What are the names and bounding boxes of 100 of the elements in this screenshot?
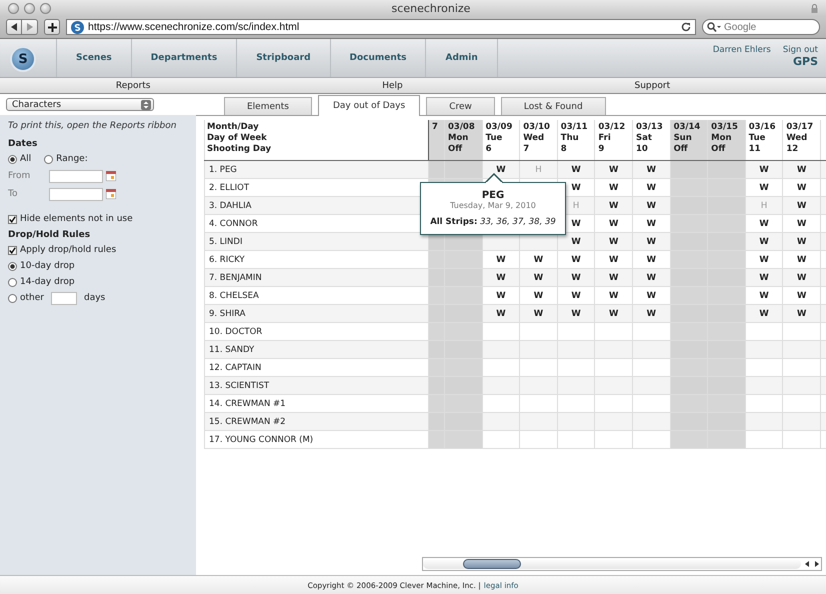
section-heading: Drop/Hold Rules bbox=[8, 230, 92, 240]
day-status: W bbox=[759, 218, 769, 228]
radio-button[interactable] bbox=[8, 262, 17, 270]
ribbon-link[interactable]: Support bbox=[634, 80, 670, 90]
zoom-window-button[interactable] bbox=[40, 2, 51, 14]
back-button[interactable] bbox=[6, 19, 22, 35]
day-status: H bbox=[572, 200, 580, 210]
nav-link[interactable]: Scenes bbox=[56, 39, 131, 77]
calendar-icon[interactable] bbox=[106, 171, 116, 181]
date-heading: Tue bbox=[748, 133, 766, 144]
user-name: Darren Ehlers bbox=[712, 45, 771, 57]
forward-arrow-icon bbox=[26, 23, 34, 31]
add-bookmark-button[interactable] bbox=[44, 19, 60, 35]
checkbox[interactable] bbox=[8, 214, 17, 224]
field-label: To bbox=[8, 189, 18, 199]
tooltip-date: Tuesday, Mar 9, 2010 bbox=[449, 201, 537, 210]
day-status: W bbox=[608, 254, 618, 264]
column-heading: Month/Day bbox=[207, 122, 260, 133]
day-status: W bbox=[571, 164, 581, 174]
date-heading: 11 bbox=[748, 144, 762, 155]
tab[interactable]: Day out of Days bbox=[318, 95, 420, 116]
ribbon-link[interactable]: Help bbox=[382, 80, 403, 90]
date-field[interactable] bbox=[49, 170, 103, 182]
day-status: W bbox=[496, 272, 506, 282]
day-status: W bbox=[608, 182, 618, 192]
close-window-button[interactable] bbox=[8, 2, 19, 14]
ribbon-link[interactable]: Reports bbox=[116, 80, 150, 90]
day-status: W bbox=[646, 218, 656, 228]
day-status: W bbox=[608, 290, 618, 300]
day-status: W bbox=[496, 164, 506, 174]
date-heading: Wed bbox=[786, 133, 808, 144]
day-status: W bbox=[571, 290, 581, 300]
day-status: W bbox=[796, 236, 806, 246]
day-status: W bbox=[534, 254, 544, 264]
date-heading: 03/09 bbox=[486, 122, 514, 133]
horizontal-scrollbar[interactable] bbox=[422, 557, 822, 571]
date-heading: 7 bbox=[432, 122, 439, 133]
day-status: W bbox=[796, 272, 806, 282]
date-heading: Sat bbox=[636, 133, 653, 144]
date-heading: 03/12 bbox=[598, 122, 626, 133]
date-heading: 03/17 bbox=[786, 122, 814, 133]
day-status: W bbox=[646, 272, 656, 282]
nav-link[interactable]: Stripboard bbox=[236, 39, 330, 77]
calendar-icon[interactable] bbox=[106, 189, 116, 199]
day-status: W bbox=[796, 308, 806, 318]
character-name: 15. CREWMAN #2 bbox=[204, 412, 428, 430]
checkbox[interactable] bbox=[8, 246, 17, 254]
day-status: W bbox=[796, 290, 806, 300]
radio-button[interactable] bbox=[8, 278, 17, 286]
day-status: W bbox=[496, 254, 506, 264]
radio-button[interactable] bbox=[8, 154, 17, 164]
project-name: GPS bbox=[792, 55, 818, 68]
minimize-window-button[interactable] bbox=[24, 2, 35, 14]
day-status: W bbox=[759, 272, 769, 282]
character-name: 13. SCIENTIST bbox=[204, 376, 428, 394]
days-field[interactable] bbox=[50, 292, 77, 304]
day-status: H bbox=[535, 164, 542, 174]
date-heading: Mon bbox=[711, 133, 733, 144]
element-type-dropdown[interactable]: Characters bbox=[6, 98, 154, 111]
radio-button[interactable] bbox=[8, 294, 17, 302]
scrollbar-thumb[interactable] bbox=[463, 559, 521, 569]
date-heading: Off bbox=[674, 144, 689, 155]
day-status: W bbox=[796, 218, 806, 228]
tab[interactable]: Crew bbox=[426, 97, 495, 115]
tab[interactable]: Elements bbox=[224, 97, 312, 115]
day-status: W bbox=[534, 272, 544, 282]
day-status: W bbox=[759, 182, 769, 192]
date-heading: 12 bbox=[786, 144, 800, 155]
scroll-right-icon[interactable] bbox=[813, 560, 821, 568]
option-label: 10-day drop bbox=[20, 261, 75, 271]
nav-link[interactable]: Documents bbox=[330, 39, 426, 77]
nav-link[interactable]: Departments bbox=[130, 39, 236, 77]
date-heading: 10 bbox=[636, 144, 649, 155]
address-field[interactable]: https://www.scenechronize.com/sc/index.html bbox=[66, 19, 696, 35]
date-heading: 03/16 bbox=[748, 122, 777, 133]
scroll-left-icon[interactable] bbox=[803, 560, 811, 568]
site-logo-icon bbox=[71, 20, 84, 34]
reload-icon[interactable] bbox=[681, 22, 691, 32]
date-heading: 8 bbox=[560, 144, 568, 155]
forward-button[interactable] bbox=[22, 19, 38, 35]
nav-link[interactable]: Admin bbox=[425, 39, 498, 77]
search-field[interactable]: Google bbox=[702, 19, 820, 35]
character-name: 1. PEG bbox=[204, 160, 428, 178]
day-status: W bbox=[608, 272, 618, 282]
day-status: W bbox=[571, 182, 581, 192]
character-name: 17. YOUNG CONNOR (M) bbox=[204, 430, 428, 448]
day-status: W bbox=[571, 218, 581, 228]
day-status: W bbox=[608, 200, 618, 210]
date-field[interactable] bbox=[49, 188, 103, 200]
option-label: other bbox=[20, 293, 44, 303]
checkbox-label: Hide elements not in use bbox=[20, 214, 133, 224]
date-heading: 03/14 bbox=[674, 122, 702, 133]
sign-out-link[interactable]: Sign out bbox=[782, 45, 818, 55]
tab[interactable]: Lost & Found bbox=[500, 97, 606, 115]
field-suffix: days bbox=[84, 293, 106, 303]
radio-button[interactable] bbox=[44, 154, 54, 164]
day-status: W bbox=[571, 236, 581, 246]
app-logo[interactable]: S bbox=[10, 46, 36, 72]
day-status: W bbox=[759, 236, 769, 246]
date-heading: Mon bbox=[448, 133, 470, 144]
